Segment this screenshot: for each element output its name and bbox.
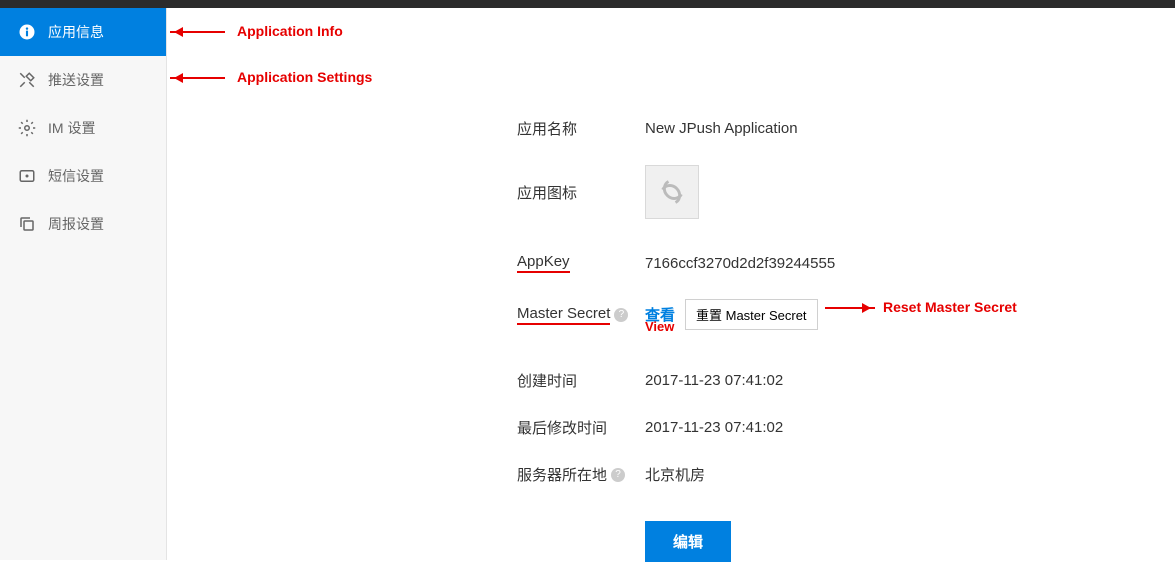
annotation-arrow [825,307,875,309]
value-modified: 2017-11-23 07:41:02 [645,419,783,436]
sidebar-item-label: 应用信息 [48,22,104,42]
copy-icon [18,215,36,233]
label-appkey: AppKey [517,253,570,273]
label-app-icon: 应用图标 [517,182,645,203]
annotation-reset-master-secret: Reset Master Secret [883,299,1017,315]
annotation-app-settings: Application Settings [237,69,372,85]
sidebar: 应用信息 推送设置 IM 设置 短信设置 周报设置 [0,8,167,560]
value-app-name: New JPush Application [645,120,798,137]
value-created: 2017-11-23 07:41:02 [645,372,783,389]
value-appkey: 7166ccf3270d2d2f39244555 [645,255,835,272]
label-app-name: 应用名称 [517,118,645,139]
label-server-location: 服务器所在地 [517,464,607,485]
tools-icon [18,71,36,89]
label-created: 创建时间 [517,370,645,391]
sidebar-item-label: IM 设置 [48,118,95,138]
value-server-location: 北京机房 [645,464,705,485]
annotation-app-info: Application Info [237,23,343,39]
reset-master-secret-button[interactable]: 重置 Master Secret [685,299,818,330]
help-icon[interactable]: ? [614,308,628,322]
sidebar-item-report-settings[interactable]: 周报设置 [0,200,166,248]
annotation-arrow [170,77,225,79]
sms-icon [18,167,36,185]
main-content: Application Info Application Settings 应用… [167,8,1175,560]
annotation-view: View [645,319,674,334]
info-icon [18,23,36,41]
sidebar-item-sms-settings[interactable]: 短信设置 [0,152,166,200]
app-icon-placeholder [645,165,699,219]
sidebar-item-im-settings[interactable]: IM 设置 [0,104,166,152]
sidebar-item-app-info[interactable]: 应用信息 [0,8,166,56]
top-bar [0,0,1175,8]
label-master-secret: Master Secret [517,305,610,325]
sidebar-item-label: 短信设置 [48,166,104,186]
help-icon[interactable]: ? [611,468,625,482]
annotation-arrow [170,31,225,33]
edit-button[interactable]: 编辑 [645,521,731,562]
sidebar-item-push-settings[interactable]: 推送设置 [0,56,166,104]
sidebar-item-label: 推送设置 [48,70,104,90]
sidebar-item-label: 周报设置 [48,214,104,234]
gear-icon [18,119,36,137]
label-modified: 最后修改时间 [517,417,645,438]
